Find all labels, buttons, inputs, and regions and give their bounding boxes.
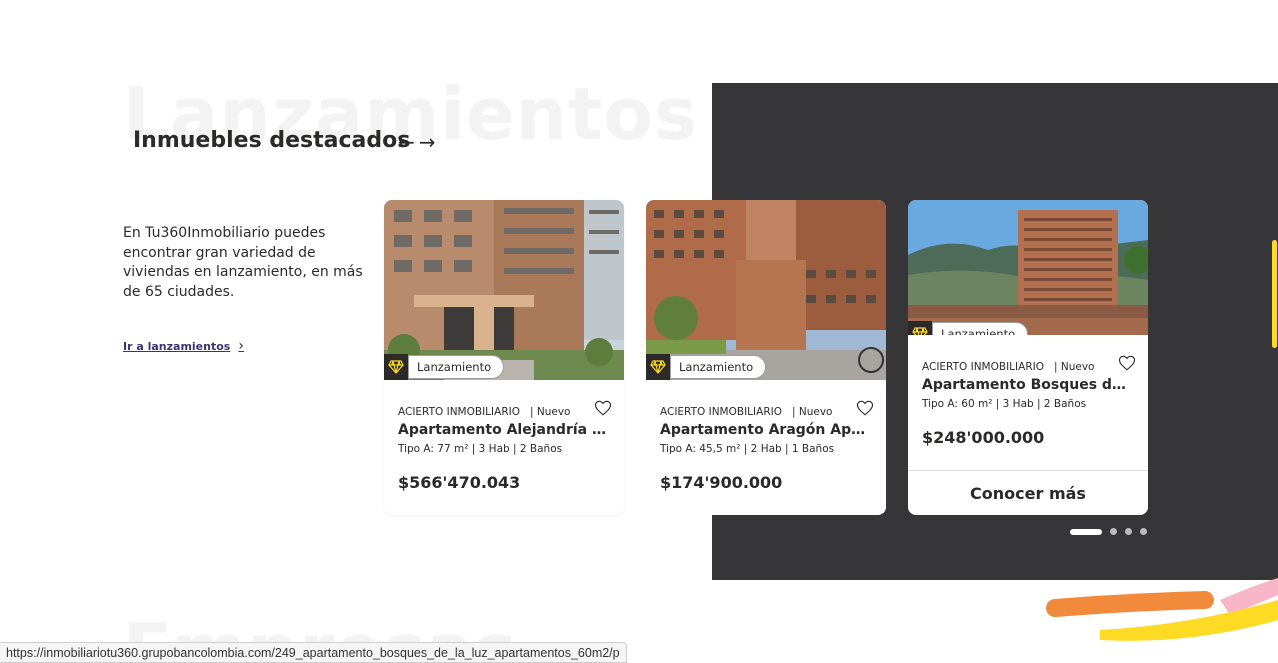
property-title[interactable]: Apartamento Alejandría Apartamentos xyxy=(398,422,610,438)
page-scrollbar[interactable] xyxy=(1272,240,1277,348)
property-specs: Tipo A: 60 m² | 3 Hab | 2 Baños xyxy=(922,398,1087,410)
arrow-left-icon[interactable]: ← xyxy=(398,130,415,154)
heart-icon[interactable] xyxy=(856,399,874,417)
property-price: $248'000.000 xyxy=(922,428,1045,447)
property-card[interactable]: Lanzamiento ACIERTO INMOBILIARIO | Nuevo… xyxy=(384,200,624,515)
carousel-arrows: ← → xyxy=(398,130,436,154)
pagination-dot[interactable] xyxy=(1125,528,1132,535)
arrow-right-icon[interactable]: → xyxy=(419,130,436,154)
heart-icon[interactable] xyxy=(1118,354,1136,372)
status-label: | Nuevo xyxy=(1054,361,1095,373)
pagination-dot[interactable] xyxy=(1140,528,1147,535)
intro-text: En Tu360Inmobiliario puedes encontrar gr… xyxy=(123,225,363,300)
company-name: ACIERTO INMOBILIARIO xyxy=(660,406,782,418)
pagination-dot-active[interactable] xyxy=(1070,528,1102,535)
property-photo[interactable]: Lanzamiento xyxy=(384,200,624,380)
status-label: | Nuevo xyxy=(792,406,833,418)
badge-label: Lanzamiento xyxy=(670,355,767,379)
property-price: $566'470.043 xyxy=(398,473,521,492)
browser-status-url: https://inmobiliariotu360.grupobancolomb… xyxy=(0,642,627,663)
gem-icon xyxy=(646,354,670,380)
heart-icon[interactable] xyxy=(594,399,612,417)
card-meta: ACIERTO INMOBILIARIO | Nuevo xyxy=(660,400,874,418)
launch-badge: Lanzamiento xyxy=(646,354,767,380)
status-label: | Nuevo xyxy=(530,406,571,418)
gem-icon xyxy=(384,354,408,380)
property-photo[interactable]: Lanzamiento xyxy=(908,200,1148,335)
learn-more-button[interactable]: Conocer más xyxy=(908,470,1148,515)
property-specs: Tipo A: 45,5 m² | 2 Hab | 1 Baños xyxy=(660,443,835,455)
gem-icon xyxy=(908,321,932,335)
launch-badge: Lanzamiento xyxy=(908,321,1029,335)
property-price: $174'900.000 xyxy=(660,473,783,492)
property-card[interactable]: Lanzamiento ACIERTO INMOBILIARIO | Nuevo… xyxy=(646,200,886,515)
chevron-right-icon: › xyxy=(238,338,244,354)
go-to-launches-label[interactable]: Ir a lanzamientos xyxy=(123,340,230,353)
property-specs: Tipo A: 77 m² | 3 Hab | 2 Baños xyxy=(398,443,563,455)
card-meta: ACIERTO INMOBILIARIO | Nuevo xyxy=(922,355,1136,373)
carousel-pagination xyxy=(1070,528,1147,535)
company-name: ACIERTO INMOBILIARIO xyxy=(398,406,520,418)
property-title[interactable]: Apartamento Aragón Apartamentos xyxy=(660,422,872,438)
pagination-dot[interactable] xyxy=(1110,528,1117,535)
section-title: Inmuebles destacados xyxy=(133,128,411,153)
card-meta: ACIERTO INMOBILIARIO | Nuevo xyxy=(398,400,612,418)
company-name: ACIERTO INMOBILIARIO xyxy=(922,361,1044,373)
decorative-brush-strokes xyxy=(1046,578,1278,641)
property-photo[interactable]: Lanzamiento xyxy=(646,200,886,380)
badge-label: Lanzamiento xyxy=(932,322,1029,335)
property-card[interactable]: Lanzamiento ACIERTO INMOBILIARIO | Nuevo… xyxy=(908,200,1148,515)
property-title[interactable]: Apartamento Bosques de la Luz xyxy=(922,377,1134,393)
badge-label: Lanzamiento xyxy=(408,355,505,379)
launch-badge: Lanzamiento xyxy=(384,354,505,380)
go-to-launches-link[interactable]: Ir a lanzamientos › xyxy=(123,338,244,354)
